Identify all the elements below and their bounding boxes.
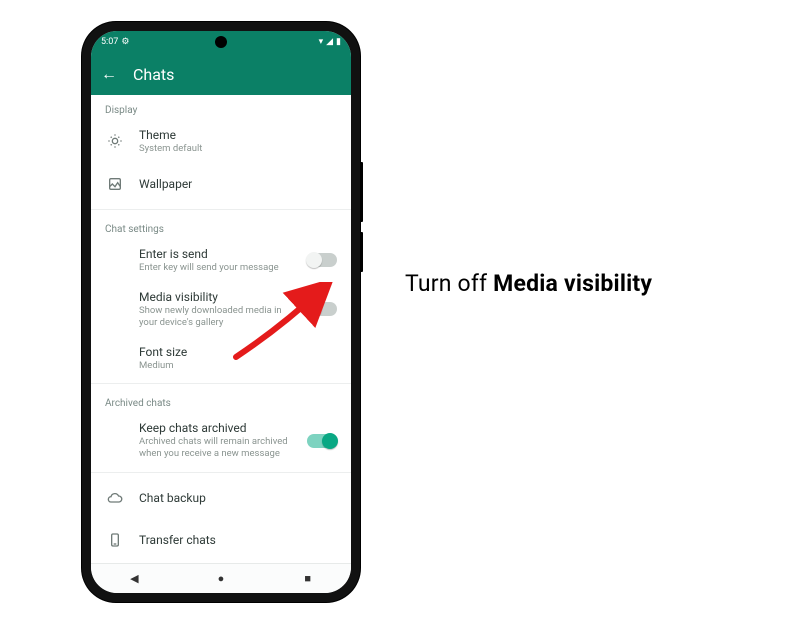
row-wallpaper[interactable]: Wallpaper [91, 163, 351, 205]
section-label-display: Display [91, 95, 351, 120]
row-keep-archived[interactable]: Keep chats archived Archived chats will … [91, 413, 351, 468]
row-transfer-chats[interactable]: Transfer chats [91, 519, 351, 561]
nav-back[interactable]: ◀ [127, 572, 141, 585]
phone-screen: 5:07 ⚙ ▾ ◢ ▮ ← Chats Display Theme [91, 31, 351, 593]
android-nav-bar: ◀ ● ■ [91, 563, 351, 593]
row-title: Transfer chats [139, 533, 337, 547]
row-enter-is-send[interactable]: Enter is send Enter key will send your m… [91, 239, 351, 282]
phone-frame: 5:07 ⚙ ▾ ◢ ▮ ← Chats Display Theme [82, 22, 360, 602]
instruction-caption: Turn off Media visibility [405, 270, 652, 297]
caption-bold: Media visibility [493, 270, 652, 297]
nav-home[interactable]: ● [214, 572, 228, 585]
divider [91, 209, 351, 210]
phone-transfer-icon [105, 532, 125, 548]
row-title: Keep chats archived [139, 421, 293, 435]
row-subtitle: Archived chats will remain archived when… [139, 436, 293, 460]
front-camera-hole [215, 36, 227, 48]
back-button[interactable]: ← [101, 64, 117, 84]
row-subtitle: System default [139, 143, 337, 155]
row-subtitle: Show newly downloaded media in your devi… [139, 305, 293, 329]
row-title: Theme [139, 128, 337, 142]
section-label-chat-settings: Chat settings [91, 214, 351, 239]
row-media-visibility[interactable]: Media visibility Show newly downloaded m… [91, 282, 351, 337]
theme-icon [105, 133, 125, 149]
phone-side-button [360, 162, 363, 222]
app-bar: ← Chats [91, 53, 351, 95]
row-theme[interactable]: Theme System default [91, 120, 351, 163]
toggle-enter-is-send[interactable] [307, 253, 337, 267]
caption-pre: Turn off [405, 270, 493, 297]
wallpaper-icon [105, 176, 125, 192]
cloud-icon [105, 490, 125, 506]
status-time: 5:07 [101, 37, 118, 47]
wifi-icon: ▾ [319, 37, 324, 47]
row-title: Media visibility [139, 290, 293, 304]
row-title: Font size [139, 345, 337, 359]
status-icon: ⚙ [121, 37, 129, 47]
nav-recent[interactable]: ■ [301, 572, 315, 585]
row-chat-backup[interactable]: Chat backup [91, 477, 351, 519]
divider [91, 383, 351, 384]
toggle-keep-archived[interactable] [307, 434, 337, 448]
page-title: Chats [133, 65, 174, 84]
section-label-archived: Archived chats [91, 388, 351, 413]
phone-side-button [360, 232, 363, 272]
divider [91, 472, 351, 473]
row-font-size[interactable]: Font size Medium [91, 337, 351, 380]
row-subtitle: Enter key will send your message [139, 262, 293, 274]
row-title: Chat backup [139, 491, 337, 505]
settings-list: Display Theme System default Wallpaper [91, 95, 351, 563]
row-title: Wallpaper [139, 177, 337, 191]
row-subtitle: Medium [139, 360, 337, 372]
toggle-media-visibility[interactable] [307, 302, 337, 316]
battery-icon: ▮ [336, 37, 341, 47]
signal-icon: ◢ [326, 37, 333, 47]
row-title: Enter is send [139, 247, 293, 261]
